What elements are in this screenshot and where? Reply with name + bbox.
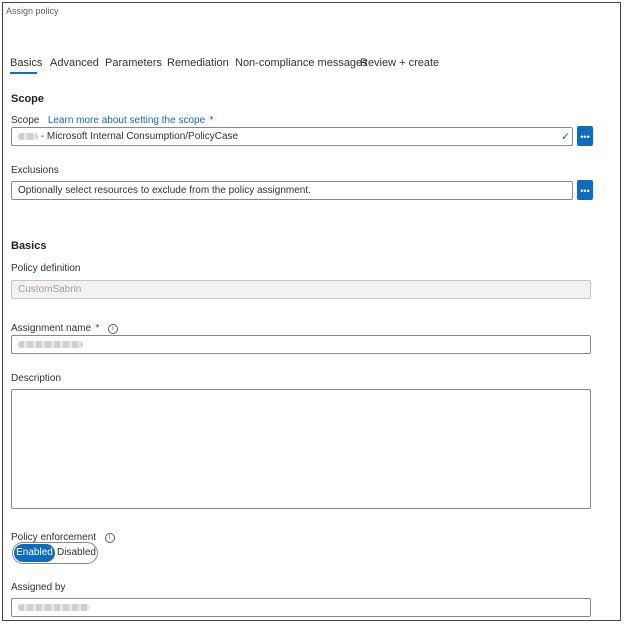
checkmark-icon: ✓ — [561, 131, 571, 143]
assignment-name-label: Assignment name — [11, 323, 92, 334]
tab-remediation[interactable]: Remediation — [167, 57, 229, 69]
scope-label: Scope — [11, 115, 40, 126]
active-tab-indicator — [10, 72, 37, 74]
policy-definition-value: CustomSabrin — [18, 284, 82, 295]
tab-non-compliance-messages[interactable]: Non-compliance messages — [235, 57, 368, 69]
required-indicator: * — [209, 115, 214, 126]
info-icon[interactable]: i — [104, 533, 115, 543]
assigned-by-field[interactable] — [11, 598, 591, 617]
tab-parameters[interactable]: Parameters — [105, 57, 162, 69]
scope-field[interactable]: - Microsoft Internal Consumption/PolicyC… — [11, 127, 573, 146]
redacted-assignment-name — [18, 340, 83, 348]
learn-more-scope-link[interactable]: Learn more about setting the scope — [48, 115, 205, 126]
exclusions-field[interactable]: Optionally select resources to exclude f… — [11, 181, 573, 200]
tab-basics[interactable]: Basics — [10, 57, 42, 69]
policy-enforcement-toggle[interactable]: Enabled Disabled — [12, 542, 98, 564]
tab-advanced[interactable]: Advanced — [50, 57, 99, 69]
scope-heading: Scope — [11, 93, 45, 105]
description-textarea[interactable] — [11, 389, 591, 509]
assignment-name-label-row: Assignment name * i — [11, 318, 118, 336]
tab-review-create[interactable]: Review + create — [360, 57, 439, 69]
enforcement-disabled-option[interactable]: Disabled — [56, 543, 97, 563]
ellipsis-icon: ••• — [580, 186, 590, 196]
policy-definition-field: CustomSabrin — [11, 280, 591, 299]
enforcement-enabled-option[interactable]: Enabled — [14, 544, 55, 562]
policy-definition-label: Policy definition — [11, 263, 81, 274]
info-icon[interactable]: i — [107, 324, 118, 334]
scope-value: - Microsoft Internal Consumption/PolicyC… — [38, 131, 239, 142]
exclusions-browse-button[interactable]: ••• — [577, 180, 593, 200]
basics-heading: Basics — [11, 240, 47, 252]
description-label: Description — [11, 373, 62, 384]
scope-browse-button[interactable]: ••• — [577, 126, 593, 146]
redacted-subscription — [18, 132, 38, 140]
ellipsis-icon: ••• — [580, 132, 590, 142]
required-indicator: * — [95, 323, 100, 334]
assignment-name-field[interactable] — [11, 335, 591, 354]
exclusions-label: Exclusions — [11, 165, 59, 176]
assigned-by-label: Assigned by — [11, 582, 66, 593]
exclusions-placeholder: Optionally select resources to exclude f… — [18, 185, 311, 196]
window-title: Assign policy — [6, 6, 59, 16]
redacted-assigned-by — [18, 603, 90, 611]
scope-label-row: Scope Learn more about setting the scope… — [11, 110, 214, 128]
